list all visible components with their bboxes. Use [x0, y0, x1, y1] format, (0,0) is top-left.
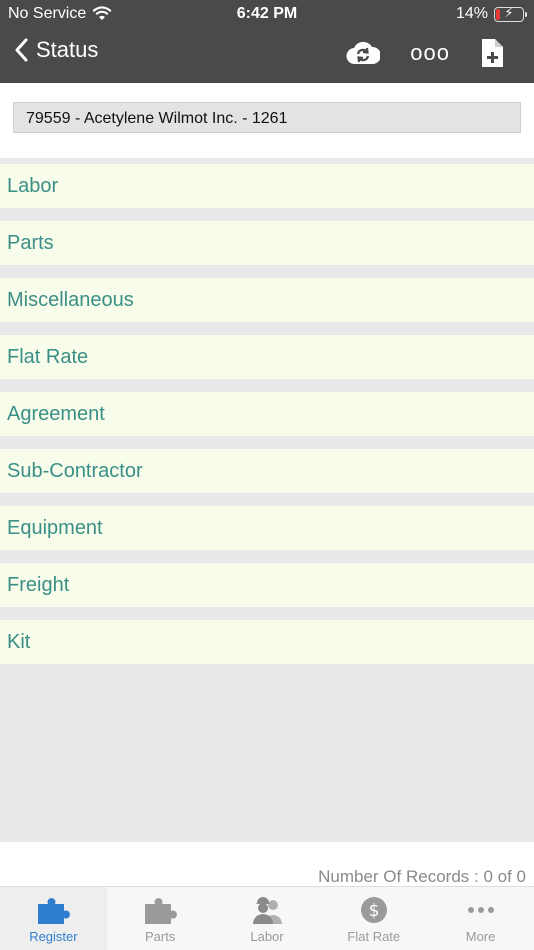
tab-more-label: More: [465, 929, 496, 944]
list-item-parts[interactable]: Parts: [0, 221, 534, 265]
dollar-icon: $: [360, 897, 387, 923]
nav-actions: ooo: [346, 38, 504, 68]
list-item-freight[interactable]: Freight: [0, 563, 534, 607]
top-bar: No Service 6:42 PM 14% ⚡ Status ooo: [0, 0, 534, 83]
more-options-button[interactable]: ooo: [410, 40, 450, 66]
tab-more[interactable]: More: [427, 887, 534, 950]
category-list: Labor Parts Miscellaneous Flat Rate Agre…: [0, 158, 534, 842]
tab-register-label: Register: [29, 929, 78, 944]
battery-group: 14% ⚡: [455, 5, 527, 23]
records-count: Number Of Records : 0 of 0: [318, 867, 526, 886]
svg-text:$: $: [368, 901, 379, 921]
list-item-labor[interactable]: Labor: [0, 164, 534, 208]
new-document-icon[interactable]: [480, 38, 504, 68]
chevron-left-icon: [15, 38, 28, 62]
tab-bar: Register Parts Labor $ Flat Rate More: [0, 886, 534, 950]
ellipsis-icon: [467, 907, 494, 913]
tab-parts-label: Parts: [145, 929, 176, 944]
battery-percent: 14%: [455, 5, 488, 22]
tab-parts[interactable]: Parts: [107, 887, 214, 950]
list-item-miscellaneous[interactable]: Miscellaneous: [0, 278, 534, 322]
tab-labor-label: Labor: [250, 929, 284, 944]
tab-register[interactable]: Register: [0, 887, 107, 950]
tab-labor[interactable]: Labor: [214, 887, 321, 950]
puzzle-icon: [38, 898, 71, 924]
puzzle-icon: [145, 898, 178, 924]
records-footer: Number Of Records : 0 of 0: [0, 842, 534, 886]
battery-icon: ⚡: [494, 5, 527, 22]
customer-field[interactable]: 79559 - Acetylene Wilmot Inc. - 1261: [13, 102, 521, 133]
list-item-equipment[interactable]: Equipment: [0, 506, 534, 550]
workers-icon: [252, 897, 282, 924]
tab-flat-rate[interactable]: $ Flat Rate: [320, 887, 427, 950]
list-item-flat-rate[interactable]: Flat Rate: [0, 335, 534, 379]
back-label: Status: [36, 37, 99, 62]
clock: 6:42 PM: [236, 5, 298, 22]
nav-bar: Status ooo: [0, 28, 534, 83]
list-item-agreement[interactable]: Agreement: [0, 392, 534, 436]
tab-flat-rate-label: Flat Rate: [347, 929, 401, 944]
back-button[interactable]: Status: [14, 37, 98, 63]
list-item-sub-contractor[interactable]: Sub-Contractor: [0, 449, 534, 493]
list-item-kit[interactable]: Kit: [0, 620, 534, 664]
cloud-sync-icon[interactable]: [346, 40, 381, 66]
status-bar: No Service 6:42 PM 14% ⚡: [0, 0, 534, 28]
customer-header: 79559 - Acetylene Wilmot Inc. - 1261: [0, 83, 534, 158]
